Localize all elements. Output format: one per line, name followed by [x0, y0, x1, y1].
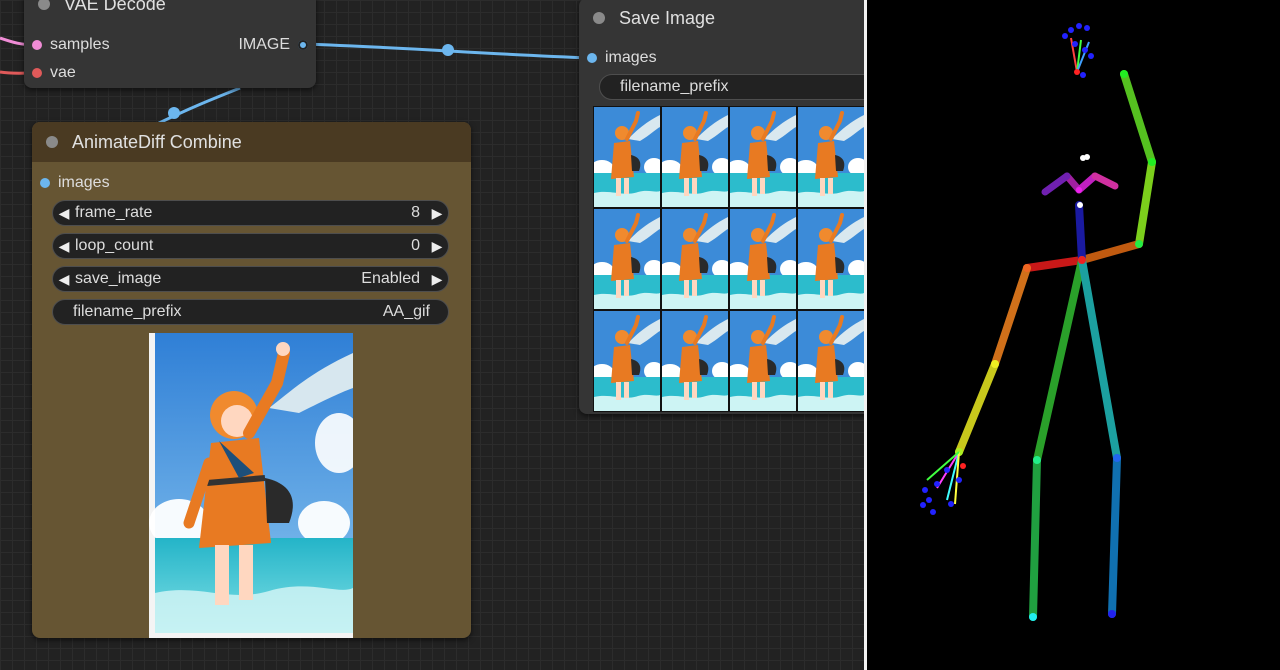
- wire-image-to-combine: [154, 86, 241, 127]
- pose-limb: [1108, 454, 1121, 618]
- preview-frame-thumbnail[interactable]: [594, 311, 660, 411]
- filename-prefix-widget[interactable]: filename_prefix AA_gif: [52, 299, 449, 325]
- preview-frame-thumbnail[interactable]: [662, 209, 728, 309]
- pose-limb: [1033, 256, 1086, 464]
- node-title-bar[interactable]: Save Image: [579, 0, 864, 38]
- collapse-dot-icon[interactable]: [46, 136, 58, 148]
- animation-preview-image: [149, 333, 353, 638]
- output-slot-image[interactable]: IMAGE: [238, 36, 308, 54]
- input-slot-images[interactable]: images: [40, 174, 110, 192]
- slot-label: IMAGE: [238, 36, 290, 53]
- pose-hand-raised: [1062, 23, 1094, 78]
- preview-frame-thumbnail[interactable]: [730, 107, 796, 207]
- save-image-node[interactable]: Save Image images filename_prefix: [579, 0, 864, 414]
- preview-frame-thumbnail[interactable]: [798, 311, 864, 411]
- decrement-arrow-icon[interactable]: ◀: [53, 271, 75, 288]
- wire-midpoint-handle: [442, 44, 454, 56]
- input-slot-vae[interactable]: vae: [32, 64, 76, 82]
- widget-value: Enabled: [361, 270, 420, 287]
- preview-frame-thumbnail[interactable]: [798, 209, 864, 309]
- pose-limb: [991, 264, 1031, 368]
- pose-limb: [1091, 172, 1119, 190]
- widget-label: loop_count: [75, 237, 154, 254]
- increment-arrow-icon[interactable]: ▶: [426, 271, 448, 288]
- widget-value: 0: [411, 237, 420, 254]
- pose-limb: [1041, 172, 1071, 196]
- save-image-toggle-widget[interactable]: ◀ save_image Enabled ▶: [52, 266, 449, 292]
- input-slot-images[interactable]: images: [587, 49, 657, 67]
- preview-frame-thumbnail[interactable]: [594, 107, 660, 207]
- node-title: VAE Decode: [64, 0, 166, 14]
- decrement-arrow-icon[interactable]: ◀: [53, 205, 75, 222]
- preview-frame-thumbnail[interactable]: [798, 107, 864, 207]
- animatediff-combine-node[interactable]: AnimateDiff Combine images ◀ frame_rate …: [32, 122, 471, 638]
- slot-dot-icon: [40, 178, 50, 188]
- preview-frame-thumbnail[interactable]: [730, 209, 796, 309]
- widget-label: save_image: [75, 270, 162, 287]
- node-graph-canvas[interactable]: VAE Decode samples vae IMAGE Save Image …: [0, 0, 864, 670]
- decrement-arrow-icon[interactable]: ◀: [53, 238, 75, 255]
- pose-limb: [1029, 456, 1041, 621]
- node-title-bar[interactable]: VAE Decode: [24, 0, 316, 22]
- openpose-skeleton-panel: [867, 0, 1280, 670]
- pose-hand-lower: [920, 451, 966, 515]
- preview-frame-thumbnail[interactable]: [662, 107, 728, 207]
- vae-decode-node[interactable]: VAE Decode samples vae IMAGE: [24, 0, 316, 88]
- image-preview-grid: [593, 106, 864, 412]
- slot-dot-icon: [587, 53, 597, 63]
- loop-count-widget[interactable]: ◀ loop_count 0 ▶: [52, 233, 449, 259]
- widget-label: filename_prefix: [73, 303, 182, 320]
- pose-limb: [1078, 240, 1143, 264]
- slot-label: images: [58, 174, 110, 191]
- input-slot-samples[interactable]: samples: [32, 36, 110, 54]
- collapse-dot-icon[interactable]: [593, 12, 605, 24]
- pose-limb: [1078, 256, 1121, 462]
- slot-label: samples: [50, 36, 110, 53]
- slot-dot-icon: [32, 40, 42, 50]
- filename-prefix-field[interactable]: filename_prefix: [599, 74, 864, 100]
- collapse-dot-icon[interactable]: [38, 0, 50, 10]
- widget-label: frame_rate: [75, 204, 153, 221]
- node-title: AnimateDiff Combine: [72, 131, 242, 152]
- slot-label: vae: [50, 64, 76, 81]
- slot-dot-icon: [298, 40, 308, 50]
- pose-limb: [1120, 70, 1156, 166]
- preview-frame-thumbnail[interactable]: [730, 311, 796, 411]
- increment-arrow-icon[interactable]: ▶: [426, 205, 448, 222]
- wire-midpoint-handle: [168, 107, 180, 119]
- pose-limb: [1135, 158, 1156, 248]
- node-title: Save Image: [619, 7, 716, 28]
- widget-label: filename_prefix: [620, 78, 729, 95]
- pose-limb: [1023, 256, 1086, 272]
- preview-frame-thumbnail[interactable]: [662, 311, 728, 411]
- widget-value: 8: [411, 204, 420, 221]
- widget-value: AA_gif: [382, 303, 430, 320]
- slot-dot-icon: [32, 68, 42, 78]
- frame-rate-widget[interactable]: ◀ frame_rate 8 ▶: [52, 200, 449, 226]
- increment-arrow-icon[interactable]: ▶: [426, 238, 448, 255]
- pose-limb: [1075, 201, 1086, 264]
- pose-joints: [955, 70, 1156, 621]
- pose-limb: [955, 360, 999, 456]
- preview-frame-thumbnail[interactable]: [594, 209, 660, 309]
- node-title-bar[interactable]: AnimateDiff Combine: [32, 122, 471, 162]
- slot-label: images: [605, 49, 657, 66]
